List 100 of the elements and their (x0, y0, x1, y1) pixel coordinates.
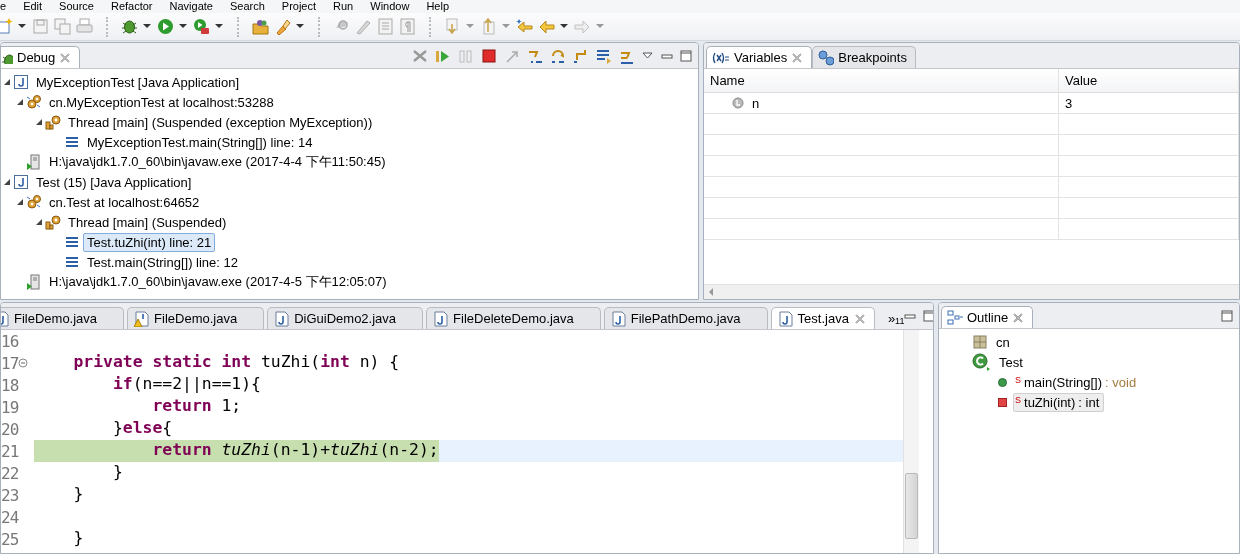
outline-item[interactable]: cn (994, 332, 1015, 352)
tree-item[interactable]: H:\java\jdk1.7.0_60\bin\javaw.exe (2017-4-4 下午11:50:45) (45, 151, 390, 173)
line-number: 22 (1, 463, 19, 483)
tree-item[interactable]: Test.main(String[]) line: 12 (83, 252, 242, 272)
editor-tab[interactable]: FilePathDemo.java (603, 307, 768, 329)
thread-icon (45, 114, 61, 130)
code-line: } (72, 528, 84, 549)
tree-item[interactable]: Test (15) [Java Application] (32, 172, 196, 192)
column-header[interactable]: Name (704, 69, 1059, 92)
run-icon[interactable] (157, 18, 174, 35)
menu-item[interactable]: Source (59, 0, 94, 13)
gears-icon (26, 94, 42, 110)
menu-item[interactable]: e (0, 0, 7, 13)
close-icon[interactable] (853, 312, 866, 325)
line-number: 25 (1, 529, 19, 549)
outline-tab[interactable]: Outline (941, 306, 1034, 328)
flashlight-icon[interactable] (274, 18, 291, 35)
local-variable-icon (732, 97, 744, 109)
more-tabs-button[interactable]: »11 (887, 311, 905, 329)
editor-tab[interactable]: DiGuiDemo2.java (267, 307, 424, 329)
close-icon[interactable] (59, 51, 72, 64)
tree-item[interactable]: cn.MyExceptionTest at localhost:53288 (45, 92, 278, 112)
expanded-icon[interactable] (16, 198, 24, 206)
close-icon[interactable] (1012, 311, 1025, 324)
editor-tab[interactable]: FileDemo.java (1, 307, 125, 329)
folder-icon[interactable] (252, 18, 269, 35)
breakpoints-icon (818, 49, 835, 66)
print-icon[interactable] (76, 18, 93, 35)
editor-tab[interactable]: FileDeleteDemo.java (426, 307, 601, 329)
expanded-icon[interactable] (16, 98, 24, 106)
step-over-icon[interactable] (550, 47, 566, 64)
code-line: if(n==2||n==1){ (111, 374, 261, 395)
back-arrow-icon[interactable] (538, 18, 555, 35)
code-line: return 1; (151, 396, 242, 417)
outline-icon (947, 310, 963, 325)
back-arrow-icon[interactable] (516, 18, 533, 35)
expanded-icon[interactable] (3, 178, 11, 186)
scrollbar[interactable] (903, 330, 919, 553)
paragraph-icon[interactable] (399, 18, 416, 35)
scrollbar-thumb[interactable] (905, 473, 918, 539)
new-file-icon[interactable] (0, 18, 13, 35)
tree-item[interactable]: H:\java\jdk1.7.0_60\bin\javaw.exe (2017-4-5 下午12:05:07) (45, 271, 391, 293)
variable-value: 3 (1065, 95, 1073, 111)
variable-name: n (752, 95, 760, 111)
save-all-icon[interactable] (54, 18, 71, 35)
maximize-icon[interactable] (923, 310, 933, 322)
save-icon[interactable] (32, 18, 49, 35)
menu-item[interactable]: Window (370, 0, 410, 13)
drop-to-frame-icon[interactable] (596, 47, 612, 64)
menu-item[interactable]: Project (281, 0, 317, 13)
stack-frame-icon (64, 134, 80, 150)
menu-item[interactable]: Navigate (169, 0, 213, 13)
expanded-icon[interactable] (35, 118, 43, 126)
stack-frame-icon (64, 234, 80, 250)
view-tab[interactable]: Breakpoints (812, 46, 916, 68)
column-header[interactable]: Value (1059, 69, 1239, 92)
bug-icon[interactable] (121, 18, 138, 35)
line-number: 24 (1, 507, 19, 527)
editor-tab[interactable]: Test.java (770, 307, 875, 329)
line-number: 19 (1, 397, 19, 417)
gears-icon (26, 194, 42, 210)
down-arrow-icon[interactable] (444, 18, 461, 35)
debug-tab[interactable]: Debug (1, 46, 81, 68)
tree-item[interactable]: MyExceptionTest [Java Application] (32, 72, 244, 92)
menu-item[interactable]: Run (333, 0, 354, 13)
line-number: 23 (1, 485, 19, 505)
code-line: }else{ (111, 418, 173, 439)
stop-icon[interactable] (481, 47, 497, 64)
maximize-icon[interactable] (680, 49, 692, 62)
view-tab[interactable]: Variables (706, 46, 813, 68)
line-number: 18 (1, 375, 19, 395)
outline-item[interactable]: S main(String[]) : void (1013, 372, 1142, 392)
process-icon (26, 154, 42, 170)
menu-item[interactable]: Search (229, 0, 265, 13)
expanded-icon[interactable] (3, 78, 11, 86)
expanded-icon[interactable] (35, 218, 43, 226)
code-line: } (111, 462, 123, 483)
menu-item[interactable]: Edit (23, 0, 43, 13)
tree-item[interactable]: Thread [main] (Suspended) (64, 212, 231, 232)
tree-item[interactable]: Test.tuZhi(int) line: 21 (83, 232, 216, 252)
tree-item[interactable]: MyExceptionTest.main(String[]) line: 14 (83, 132, 317, 152)
scrollbar[interactable] (704, 284, 1239, 299)
close-icon[interactable] (791, 51, 804, 64)
pen-icon[interactable] (355, 18, 372, 35)
bug-icon (1, 51, 13, 64)
outline-item[interactable]: Test (997, 352, 1028, 372)
step-return-icon[interactable] (573, 47, 589, 64)
tree-item[interactable]: Thread [main] (Suspended (exception MyException)) (64, 112, 377, 132)
view-menu-icon[interactable] (642, 50, 654, 61)
external-tools-icon[interactable] (193, 18, 210, 35)
collapse-icon[interactable] (18, 358, 29, 368)
tree-item[interactable]: cn.Test at localhost:64652 (45, 192, 204, 212)
menu-item[interactable]: Help (426, 0, 449, 13)
editor-tab[interactable]: FileDemo.java (127, 307, 265, 329)
scroll-left-icon[interactable] (708, 288, 714, 296)
outline-item[interactable]: S tuZhi(int) : int (1013, 392, 1105, 412)
menu-item[interactable]: Refactor (110, 0, 153, 13)
code-line: } (72, 484, 84, 505)
line-number: 21 (1, 441, 19, 461)
package-icon (972, 334, 988, 350)
